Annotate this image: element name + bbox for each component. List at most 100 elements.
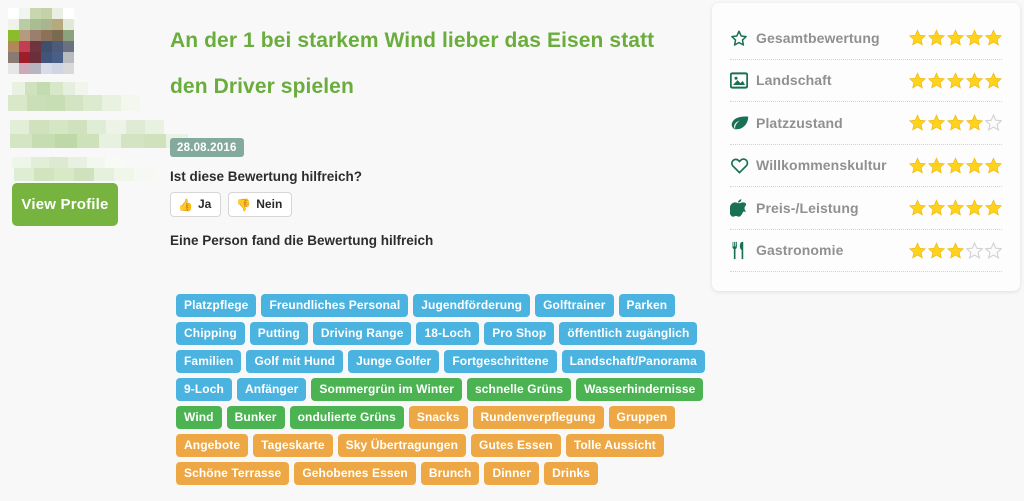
blur-pixel [32,134,55,148]
tag-item[interactable]: Parken [618,294,676,317]
review-title: An der 1 bei starkem Wind lieber das Eis… [170,29,655,98]
avatar-pixel [19,8,30,19]
blur-pixel [10,120,30,134]
tag-item[interactable]: Landschaft/Panorama [561,350,705,373]
tag-item[interactable]: Brunch [420,462,480,485]
star-rating[interactable] [909,72,1002,89]
tag-item[interactable]: Bunker [226,406,285,429]
avatar-pixel [8,41,19,52]
vote-no-button[interactable]: 👎 Nein [228,192,293,217]
tag-item[interactable]: Rundenverpflegung [472,406,604,429]
blur-pixel [143,134,166,148]
tag-item[interactable]: Freundliches Personal [261,294,409,317]
blur-pixel [14,168,34,181]
blur-pixel [8,95,27,111]
tag-item[interactable]: Tageskarte [253,434,333,457]
blur-pixel [121,95,140,111]
blur-pixel [99,134,122,148]
vote-yes-button[interactable]: 👍 Ja [170,192,222,217]
tag-item[interactable]: Tolle Aussicht [565,434,664,457]
blur-pixel [12,82,25,95]
avatar-pixel [63,8,74,19]
review-date-badge: 28.08.2016 [170,138,244,157]
avatar-pixel [52,8,63,19]
avatar-pixel [63,30,74,41]
star-rating[interactable] [909,199,1002,216]
tag-row: Chipping Putting Driving Range 18-Loch Pro S… [176,322,698,345]
tag-item[interactable]: Chipping [176,322,245,345]
avatar-pixel [30,52,41,63]
avatar-pixel [63,41,74,52]
tag-item[interactable]: Wasserhindernisse [576,378,704,401]
avatar-pixel [41,63,52,74]
tag-item[interactable]: schnelle Grüns [467,378,572,401]
tag-item[interactable]: Anfänger [236,378,307,401]
avatar-pixel [41,8,52,19]
blur-pixel [62,82,76,95]
blur-pixel [102,95,122,111]
avatar-pixel [41,19,52,30]
avatar-pixel [19,19,30,30]
vote-no-label: Nein [256,197,283,211]
avatar-pixel [19,30,30,41]
blur-pixel [75,82,88,95]
tag-item[interactable]: Familien [176,350,242,373]
blur-pixel [54,168,74,181]
star-rating[interactable] [909,29,1002,46]
tag-item[interactable]: Gutes Essen [471,434,561,457]
tag-item[interactable]: Sommergrün im Winter [311,378,462,401]
tag-item[interactable]: Gruppen [608,406,676,429]
thumbs-down-icon: 👎 [236,197,252,212]
blur-pixel [67,120,87,134]
helpful-count: Eine Person fand die Bewertung hilfreich [170,233,434,248]
tag-item[interactable]: Putting [249,322,308,345]
tag-item[interactable]: Angebote [176,434,249,457]
tag-item[interactable]: Schöne Terrasse [176,462,290,485]
view-profile-button[interactable]: View Profile [12,183,118,226]
tag-item[interactable]: Driving Range [312,322,412,345]
blur-pixel [94,168,114,181]
tag-item[interactable]: Junge Golfer [348,350,440,373]
tag-item[interactable]: Dinner [484,462,540,485]
tag-item[interactable]: Golf mit Hund [246,350,344,373]
blur-pixel [64,95,84,111]
tag-item[interactable]: öffentlich zugänglich [559,322,698,345]
vote-yes-label: Ja [197,197,212,211]
avatar-pixel [8,8,19,19]
avatar-pixel [63,19,74,30]
blur-pixel [29,120,49,134]
tag-item[interactable]: Golftrainer [535,294,614,317]
avatar-pixel [30,19,41,30]
rating-label: Landschaft [756,72,832,89]
avatar-pixel [19,52,30,63]
star-rating[interactable] [909,114,1002,132]
cutlery-icon [730,241,756,260]
star-rating[interactable] [909,157,1002,174]
avatar-pixel [8,52,19,63]
tag-item[interactable]: Jugendförderung [413,294,531,317]
tag-item[interactable]: ondulierte Grüns [289,406,404,429]
blur-pixel [10,134,33,148]
avatar-pixel [30,41,41,52]
avatar-pixel [30,30,41,41]
star-rating[interactable] [909,241,1002,259]
tag-item[interactable]: Pro Shop [484,322,555,345]
blur-pixel [26,95,46,111]
tag-item[interactable]: 18-Loch [416,322,480,345]
blur-pixel [54,134,77,148]
blur-pixel [114,168,134,181]
tag-item[interactable]: 9-Loch [176,378,232,401]
tag-item[interactable]: Platzpflege [176,294,257,317]
tag-item[interactable]: Drinks [544,462,599,485]
tag-item[interactable]: Wind [176,406,222,429]
tag-item[interactable]: Fortgeschrittene [444,350,557,373]
tag-item[interactable]: Sky Übertragungen [337,434,467,457]
apple-icon [730,198,756,217]
blur-pixel [86,157,106,168]
tag-item[interactable]: Gehobenes Essen [294,462,416,485]
blur-pixel [125,120,145,134]
blur-pixel [105,157,124,168]
blur-pixel [34,168,54,181]
tag-item[interactable]: Snacks [408,406,468,429]
image-icon [730,72,756,89]
